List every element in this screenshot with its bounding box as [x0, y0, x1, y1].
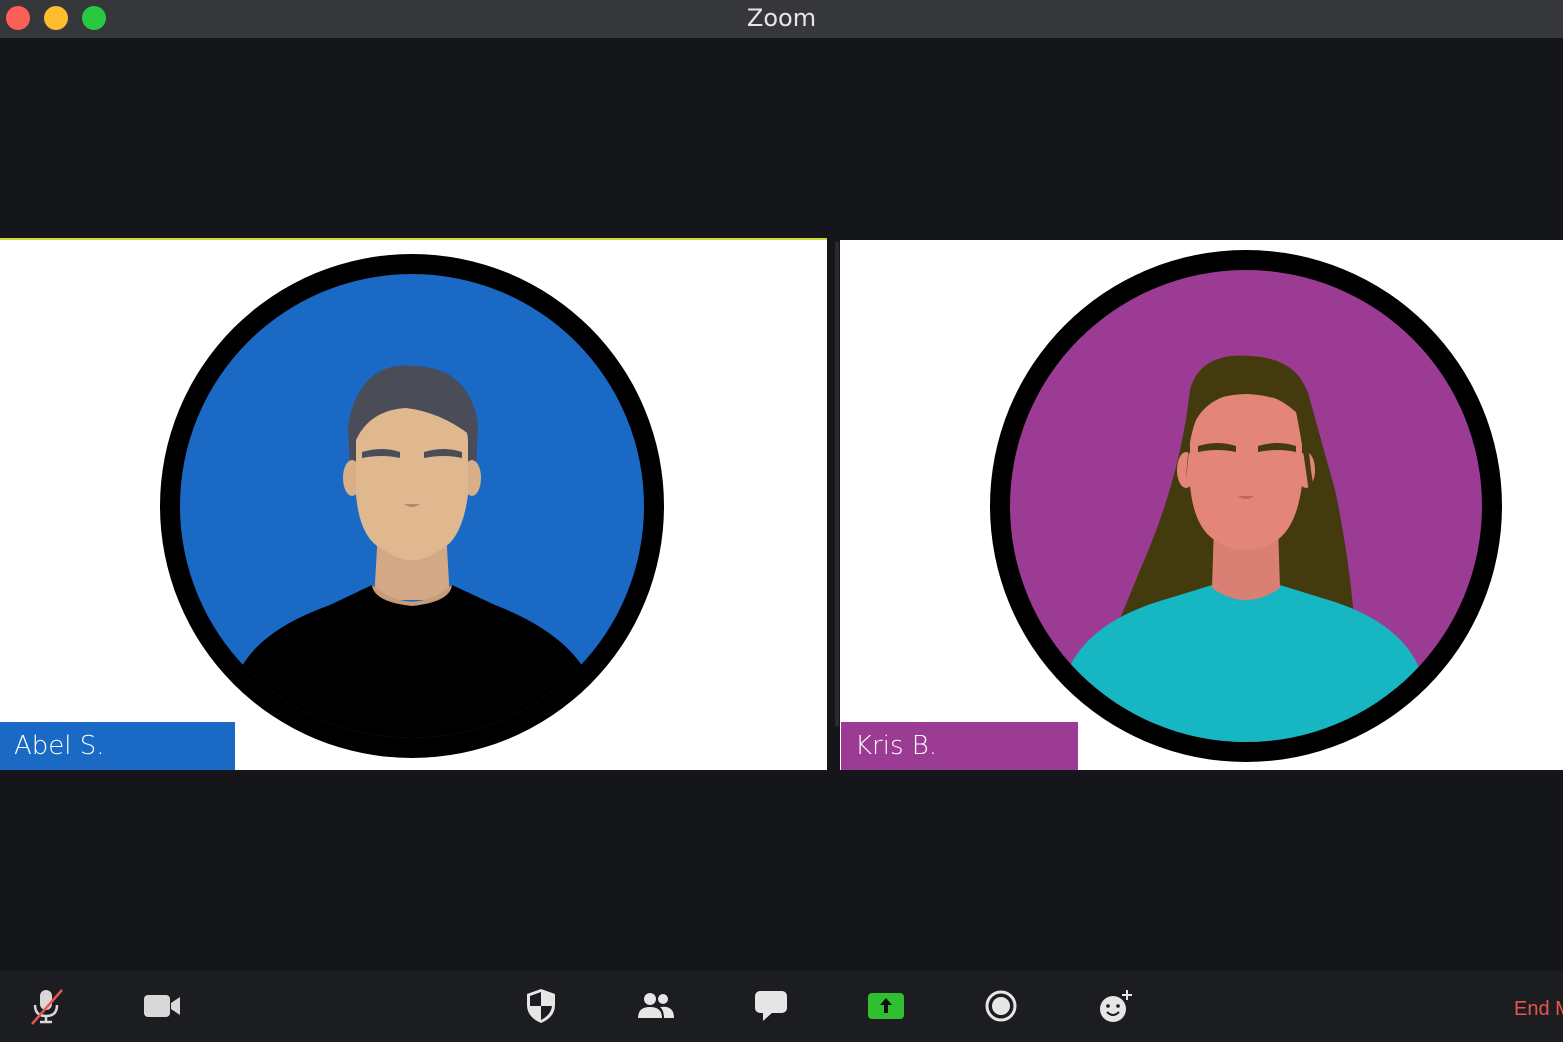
share-screen-button[interactable] — [862, 984, 910, 1028]
end-meeting-button[interactable]: End M — [1500, 990, 1563, 1030]
record-button[interactable] — [977, 984, 1025, 1028]
reactions-button[interactable] — [1092, 984, 1140, 1028]
participant-name-tag: Kris B. — [841, 722, 1078, 770]
meeting-toolbar — [0, 970, 1563, 1042]
participant-tile-abel[interactable] — [0, 238, 827, 770]
muted-microphone-icon — [31, 989, 63, 1025]
reactions-icon — [1100, 990, 1132, 1022]
participant-name-tag: Abel S. — [0, 722, 235, 770]
avatar-abel — [160, 254, 664, 758]
share-screen-icon — [868, 993, 904, 1019]
shield-icon — [527, 989, 555, 1023]
video-button[interactable] — [138, 984, 186, 1028]
security-button[interactable] — [517, 984, 565, 1028]
tile-divider — [835, 242, 839, 726]
participant-tile-kris[interactable] — [840, 240, 1563, 770]
record-icon — [985, 990, 1017, 1022]
window-title: Zoom — [746, 4, 817, 32]
chat-button[interactable] — [747, 984, 795, 1028]
mute-button[interactable] — [22, 984, 70, 1028]
participants-button[interactable] — [632, 984, 680, 1028]
end-meeting-label: End M — [1514, 998, 1563, 1020]
title-bar: Zoom — [0, 0, 1563, 38]
video-camera-icon — [144, 995, 180, 1017]
participants-icon — [638, 993, 674, 1018]
chat-bubble-icon — [755, 991, 787, 1021]
avatar-kris — [990, 250, 1502, 762]
